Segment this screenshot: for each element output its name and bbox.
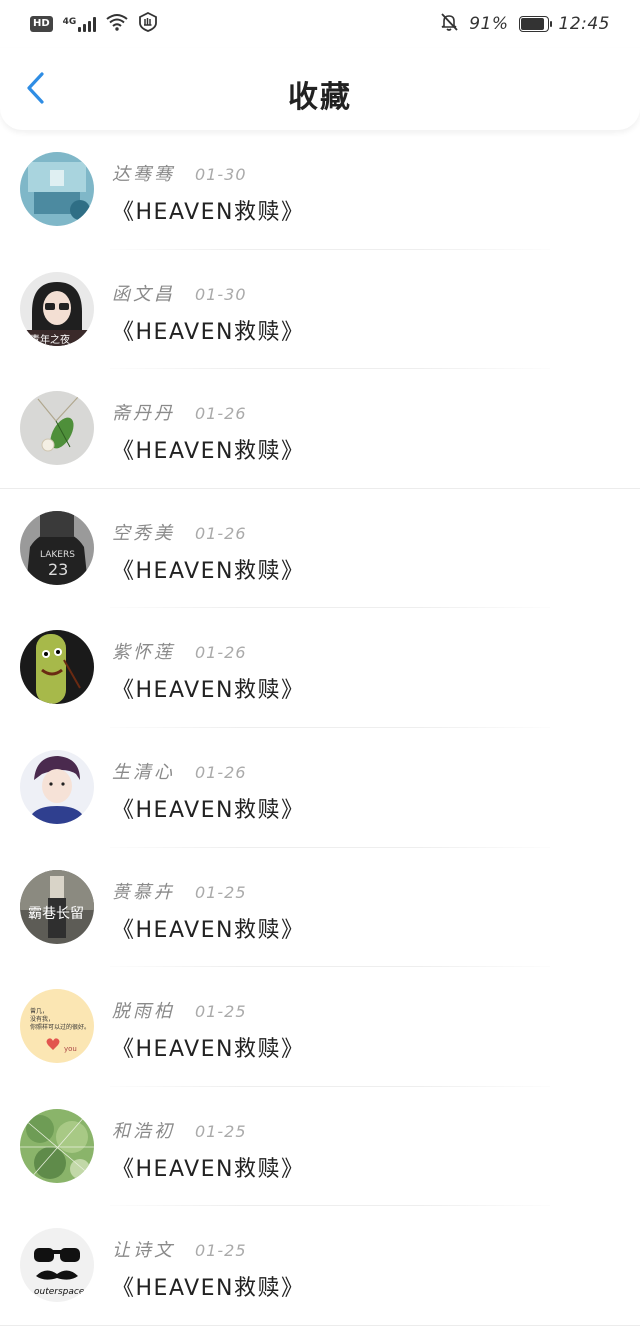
clock: 12:45	[558, 14, 610, 34]
avatar[interactable]	[20, 749, 94, 824]
avatar[interactable]: outerspace	[20, 1228, 94, 1303]
user-name[interactable]: 脱雨柏	[112, 997, 175, 1023]
item-date: 01-25	[195, 1241, 247, 1261]
item-date: 01-25	[195, 1121, 247, 1141]
item-date: 01-26	[195, 404, 247, 424]
item-meta: 生清心 01-26	[112, 758, 247, 784]
favorite-title[interactable]: 《HEAVEN救赎》	[112, 672, 305, 704]
battery-icon	[518, 16, 552, 32]
svg-text:没有我，: 没有我，	[30, 1015, 54, 1023]
item-date: 01-25	[195, 1002, 247, 1022]
user-name[interactable]: 达骞骞	[112, 160, 175, 186]
favorite-item[interactable]: 生清心 01-26 《HEAVEN救赎》	[0, 728, 640, 848]
svg-text:霸巷长留: 霸巷长留	[28, 906, 84, 922]
row-divider	[0, 1324, 640, 1326]
item-meta: 达骞骞 01-30	[112, 160, 247, 186]
user-name[interactable]: 让诗文	[112, 1236, 175, 1262]
favorite-title[interactable]: 《HEAVEN救赎》	[112, 1151, 305, 1183]
battery-fill	[520, 18, 545, 30]
item-meta: 让诗文 01-25	[112, 1236, 247, 1262]
item-date: 01-26	[195, 523, 247, 543]
favorites-list: 达骞骞 01-30 《HEAVEN救赎》 青年之夜 函文昌 01-30 《HEAVEN救赎》…	[0, 130, 640, 1326]
svg-text:LAKERS: LAKERS	[40, 550, 75, 560]
avatar[interactable]	[20, 1108, 94, 1183]
header-bar: 收藏	[0, 48, 640, 130]
item-meta: 函文昌 01-30	[112, 280, 247, 306]
user-name[interactable]: 斋丹丹	[112, 399, 175, 425]
status-bar-right: 91% 12:45	[439, 12, 610, 36]
svg-text:你照样可以过的很好。: 你照样可以过的很好。	[30, 1023, 90, 1031]
svg-text:曾几，: 曾几，	[30, 1007, 48, 1015]
network-type: 4G	[62, 17, 77, 27]
user-name[interactable]: 空秀美	[112, 519, 175, 545]
signal-icon: 4G	[63, 16, 97, 32]
svg-text:青年之夜: 青年之夜	[30, 333, 70, 346]
avatar[interactable]: 霸巷长留	[20, 869, 94, 944]
avatar[interactable]	[20, 630, 94, 705]
avatar[interactable]: 青年之夜	[20, 271, 94, 346]
item-meta: 脱雨柏 01-25	[112, 997, 247, 1023]
favorite-item[interactable]: outerspace 让诗文 01-25 《HEAVEN救赎》	[0, 1206, 640, 1326]
favorite-title[interactable]: 《HEAVEN救赎》	[112, 1270, 305, 1302]
item-meta: 空秀美 01-26	[112, 519, 247, 545]
favorite-item[interactable]: 曾几， 没有我， 你照样可以过的很好。 you 脱雨柏 01-25 《HEAVEN救赎》	[0, 967, 640, 1087]
avatar[interactable]: 曾几， 没有我， 你照样可以过的很好。 you	[20, 989, 94, 1064]
favorite-item[interactable]: 和浩初 01-25 《HEAVEN救赎》	[0, 1087, 640, 1207]
favorite-title[interactable]: 《HEAVEN救赎》	[112, 912, 305, 944]
mute-bell-icon	[439, 12, 459, 36]
user-name[interactable]: 紫怀莲	[112, 638, 175, 664]
favorite-item[interactable]: 霸巷长留 蒉慕卉 01-25 《HEAVEN救赎》	[0, 848, 640, 968]
user-name[interactable]: 和浩初	[112, 1117, 175, 1143]
item-meta: 紫怀莲 01-26	[112, 638, 247, 664]
item-date: 01-26	[195, 762, 247, 782]
favorite-item[interactable]: 斋丹丹 01-26 《HEAVEN救赎》	[0, 369, 640, 489]
item-date: 01-30	[195, 284, 247, 304]
item-date: 01-25	[195, 882, 247, 902]
avatar[interactable]: LAKERS 23	[20, 510, 94, 585]
avatar[interactable]	[20, 152, 94, 226]
hd-badge: HD	[30, 16, 53, 32]
favorite-item[interactable]: LAKERS 23 空秀美 01-26 《HEAVEN救赎》	[0, 489, 640, 609]
favorite-title[interactable]: 《HEAVEN救赎》	[112, 194, 305, 226]
item-date: 01-26	[195, 643, 247, 663]
hand-shield-icon	[138, 11, 158, 36]
status-bar: HD 4G 91% 12:45	[0, 0, 640, 48]
user-name[interactable]: 蒉慕卉	[112, 878, 175, 904]
avatar[interactable]	[20, 391, 94, 466]
page-title: 收藏	[288, 80, 352, 115]
status-bar-left: HD 4G	[30, 11, 158, 36]
favorite-item[interactable]: 紫怀莲 01-26 《HEAVEN救赎》	[0, 608, 640, 728]
favorite-item[interactable]: 达骞骞 01-30 《HEAVEN救赎》	[0, 130, 640, 250]
favorite-title[interactable]: 《HEAVEN救赎》	[112, 314, 305, 346]
svg-text:23: 23	[48, 560, 68, 579]
svg-text:outerspace: outerspace	[34, 1287, 85, 1297]
favorite-title[interactable]: 《HEAVEN救赎》	[112, 1031, 305, 1063]
item-date: 01-30	[195, 165, 247, 184]
battery-percent: 91%	[469, 14, 509, 34]
item-meta: 蒉慕卉 01-25	[112, 878, 247, 904]
user-name[interactable]: 生清心	[112, 758, 175, 784]
favorite-title[interactable]: 《HEAVEN救赎》	[112, 433, 305, 465]
favorite-title[interactable]: 《HEAVEN救赎》	[112, 792, 305, 824]
svg-text:you: you	[64, 1045, 77, 1053]
item-meta: 和浩初 01-25	[112, 1117, 247, 1143]
wifi-icon	[106, 13, 128, 35]
favorite-item[interactable]: 青年之夜 函文昌 01-30 《HEAVEN救赎》	[0, 250, 640, 370]
user-name[interactable]: 函文昌	[112, 280, 175, 306]
item-meta: 斋丹丹 01-26	[112, 399, 247, 425]
favorite-title[interactable]: 《HEAVEN救赎》	[112, 553, 305, 585]
